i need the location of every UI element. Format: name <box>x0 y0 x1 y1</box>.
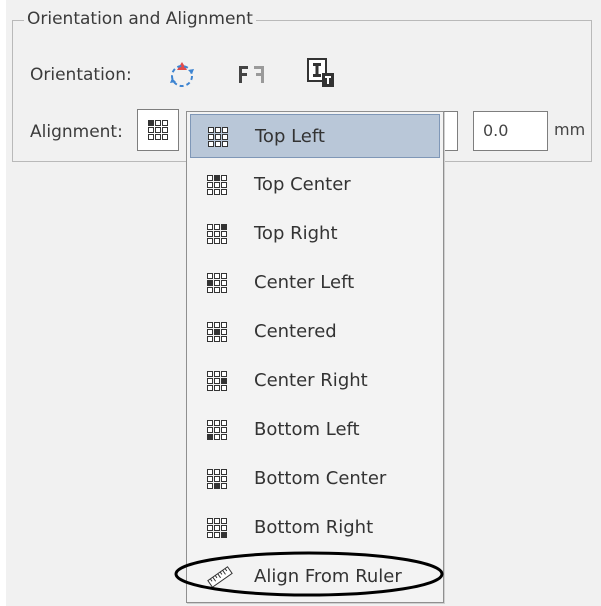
align-bottom-right-icon <box>207 518 227 538</box>
menu-item-label: Center Right <box>254 370 368 391</box>
align-bottom-left-icon <box>207 420 227 440</box>
align-center-right-icon <box>207 371 227 391</box>
alignment-label: Alignment: <box>30 122 123 142</box>
menu-item-label: Top Right <box>254 223 338 244</box>
group-title: Orientation and Alignment <box>24 7 256 31</box>
alignment-grid-icon <box>148 120 168 140</box>
menu-item-bottom-left[interactable]: Bottom Left <box>190 408 440 452</box>
align-top-right-icon <box>207 224 227 244</box>
menu-item-top-right[interactable]: Top Right <box>190 212 440 256</box>
menu-item-top-left[interactable]: Top Left <box>190 114 440 158</box>
alignment-dropdown-menu: Top Left Top Center Top Right Center Lef… <box>186 111 444 603</box>
unit-label: mm <box>554 120 586 139</box>
menu-item-top-center[interactable]: Top Center <box>190 163 440 207</box>
align-centered-icon <box>207 322 227 342</box>
text-orientation-icon[interactable] <box>306 57 336 89</box>
menu-item-label: Top Left <box>255 126 325 147</box>
align-top-center-icon <box>207 175 227 195</box>
menu-item-align-from-ruler[interactable]: Align From Ruler <box>190 555 440 599</box>
menu-item-label: Centered <box>254 321 337 342</box>
align-top-left-icon <box>208 127 228 147</box>
ruler-icon <box>207 566 233 588</box>
mirror-icon[interactable] <box>236 62 268 88</box>
menu-item-label: Top Center <box>254 174 351 195</box>
menu-item-center-right[interactable]: Center Right <box>190 359 440 403</box>
menu-item-center-left[interactable]: Center Left <box>190 261 440 305</box>
align-center-left-icon <box>207 273 227 293</box>
menu-item-centered[interactable]: Centered <box>190 310 440 354</box>
menu-item-label: Bottom Center <box>254 468 387 489</box>
menu-item-label: Bottom Right <box>254 517 374 538</box>
rotate-icon[interactable] <box>164 57 200 93</box>
menu-item-bottom-center[interactable]: Bottom Center <box>190 457 440 501</box>
menu-item-bottom-right[interactable]: Bottom Right <box>190 506 440 550</box>
offset-x-field[interactable] <box>443 111 458 151</box>
offset-y-field[interactable]: 0.0 <box>473 111 548 151</box>
orientation-label: Orientation: <box>30 65 132 85</box>
menu-item-label: Align From Ruler <box>254 566 402 587</box>
menu-item-label: Bottom Left <box>254 419 360 440</box>
align-bottom-center-icon <box>207 469 227 489</box>
alignment-dropdown-button[interactable] <box>137 109 179 151</box>
alignment-settings-window: Orientation and Alignment Orientation: A… <box>0 0 601 606</box>
menu-item-label: Center Left <box>254 272 355 293</box>
